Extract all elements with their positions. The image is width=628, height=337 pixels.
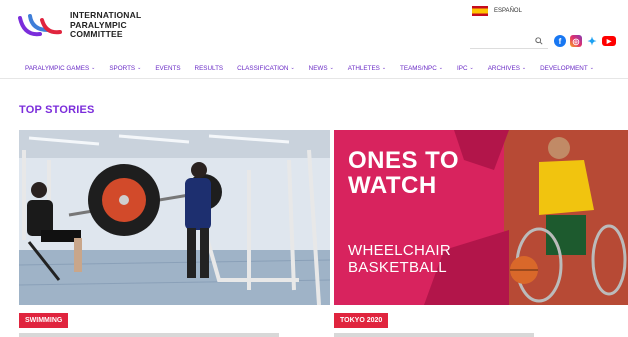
story-headline-cutoff[interactable] [19, 333, 279, 337]
youtube-icon[interactable]: ▶ [602, 36, 616, 46]
nav-item[interactable]: PARALYMPIC GAMES ⌄ [0, 65, 102, 72]
promo-subtitle-line-1: WHEELCHAIR [348, 242, 452, 259]
nav-item-label: DEVELOPMENT [540, 64, 588, 72]
nav-item-label: SPORTS [109, 64, 136, 72]
nav-item-label: EVENTS [155, 64, 181, 72]
instagram-icon[interactable]: ◎ [570, 35, 582, 47]
social-links: f ◎ ✦ ▶ [554, 35, 616, 48]
facebook-icon[interactable]: f [554, 35, 566, 47]
chevron-down-icon: ⌄ [91, 65, 96, 71]
main-navigation: PARALYMPIC GAMES ⌄ SPORTS ⌄ EVENTS RESULTS CLA… [0, 58, 628, 79]
nav-item-label: NEWS [308, 64, 328, 72]
category-tag-swimming[interactable]: SWIMMING [19, 313, 69, 328]
nav-item[interactable]: SPORTS ⌄ [102, 65, 148, 72]
nav-item[interactable]: CLASSIFICATION ⌄ [230, 65, 302, 72]
spain-flag-icon [472, 6, 488, 16]
promo-subtitle: WHEELCHAIR BASKETBALL [348, 242, 451, 276]
nav-item-label: ATHLETES [347, 64, 380, 72]
search-icon[interactable] [535, 37, 543, 45]
nav-item[interactable]: TEAMS/NPC ⌄ [393, 65, 450, 72]
nav-item-label: RESULTS [194, 64, 224, 72]
language-switch[interactable]: ESPAÑOL [472, 6, 522, 16]
chevron-down-icon: ⌄ [521, 65, 527, 71]
chevron-down-icon: ⌄ [329, 65, 334, 71]
nav-item-label: TEAMS/NPC [400, 64, 437, 72]
section-title: TOP STORIES [19, 104, 95, 116]
story-headline-cutoff[interactable] [334, 333, 534, 337]
logo-line-3: COMMITTEE [70, 29, 123, 39]
promo-title-line-1: ONES TO [348, 147, 460, 174]
chevron-down-icon: ⌄ [469, 65, 474, 71]
gym-photo [19, 130, 330, 305]
chevron-down-icon: ⌄ [137, 65, 142, 71]
nav-item[interactable]: EVENTS [148, 65, 187, 72]
nav-item-label: PARALYMPIC GAMES [25, 64, 90, 72]
language-label: ESPAÑOL [494, 8, 522, 14]
nav-item[interactable]: IPC ⌄ [450, 65, 481, 72]
chevron-down-icon: ⌄ [589, 65, 594, 71]
category-tag-tokyo-2020[interactable]: TOKYO 2020 [334, 313, 389, 328]
promo-title-line-2: WATCH [348, 172, 437, 199]
nav-item-label: CLASSIFICATION [237, 64, 289, 72]
nav-item[interactable]: NEWS ⌄ [302, 65, 341, 72]
promo-title: ONES TO WATCH [348, 148, 459, 198]
promo-subtitle-line-2: BASKETBALL [348, 259, 447, 276]
twitter-icon[interactable]: ✦ [586, 35, 598, 48]
nav-item[interactable]: DEVELOPMENT ⌄ [533, 65, 601, 72]
story-image-tokyo-2020[interactable]: ONES TO WATCH WHEELCHAIR BASKETBALL [334, 130, 628, 305]
chevron-down-icon: ⌄ [381, 65, 387, 71]
nav-item-label: ARCHIVES [487, 64, 520, 72]
search-input[interactable] [470, 48, 548, 49]
chevron-down-icon: ⌄ [438, 65, 443, 71]
nav-item[interactable]: RESULTS [188, 65, 231, 72]
nav-item[interactable]: ARCHIVES ⌄ [481, 65, 533, 72]
chevron-down-icon: ⌄ [290, 65, 295, 71]
ipc-agitos-logo[interactable] [18, 10, 64, 42]
nav-item-label: IPC [457, 64, 468, 72]
story-image-swimming[interactable] [19, 130, 330, 305]
nav-item[interactable]: ATHLETES ⌄ [341, 65, 393, 72]
logo-wordmark[interactable]: INTERNATIONAL PARALYMPIC COMMITTEE [70, 10, 141, 40]
